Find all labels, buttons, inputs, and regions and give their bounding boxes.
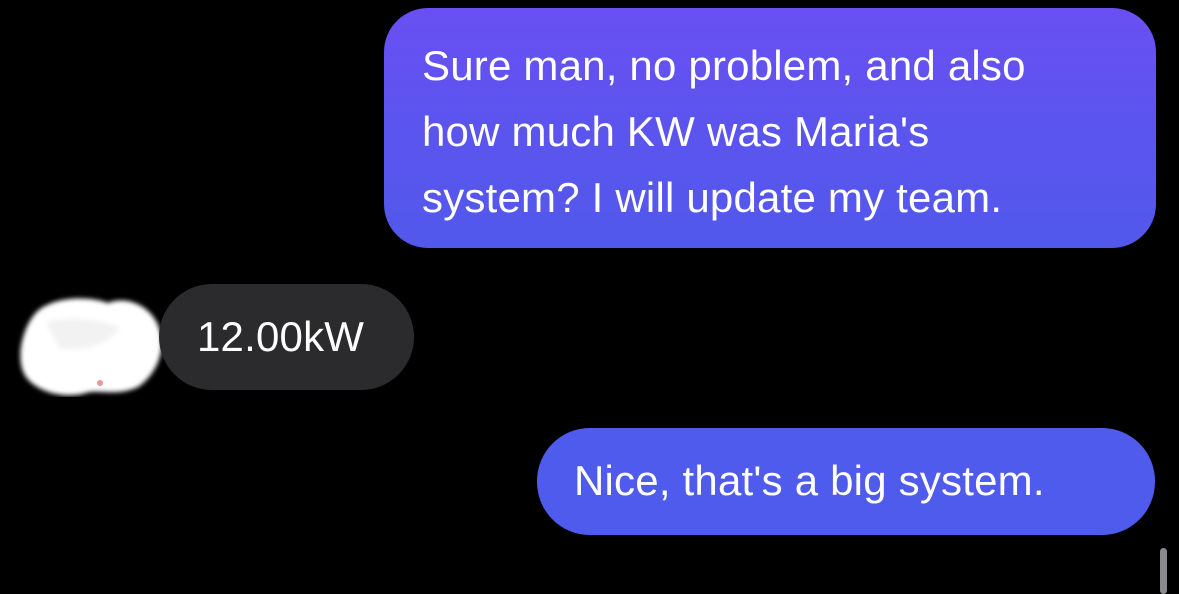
message-text-line: system? I will update my team. [422,174,1003,221]
avatar[interactable] [16,293,164,397]
outgoing-message-bubble[interactable]: Nice, that's a big system. [537,428,1155,535]
message-text: Nice, that's a big system. [574,457,1045,504]
scroll-indicator[interactable] [1160,548,1167,594]
message-text-line: Sure man, no problem, and also [422,42,1026,89]
message-text-line: how much KW was Maria's [422,108,930,155]
redacted-avatar-icon [20,298,162,396]
message-text: 12.00kW [197,313,365,360]
outgoing-message-bubble[interactable]: Sure man, no problem, and also how much … [384,8,1156,248]
incoming-message-bubble[interactable]: 12.00kW [159,284,414,390]
